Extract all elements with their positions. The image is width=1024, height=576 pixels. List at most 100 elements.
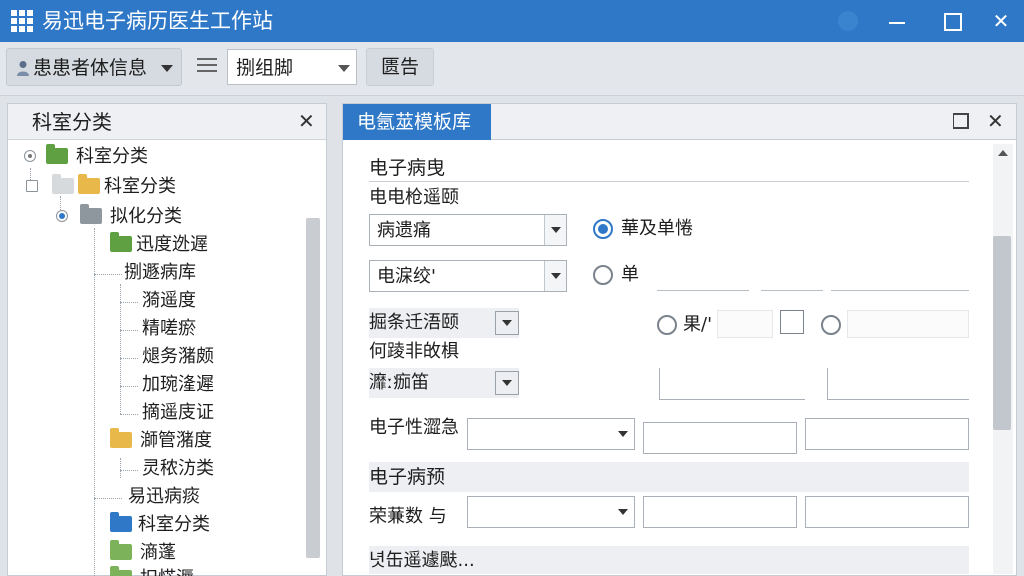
close-window-button[interactable]: ✕	[984, 4, 1018, 38]
minimize-button[interactable]	[880, 4, 914, 38]
chevron-down-icon	[161, 65, 173, 72]
tree-item[interactable]: 科室分类	[22, 174, 302, 200]
tree-item[interactable]: 科室分类	[22, 512, 302, 538]
chevron-down-icon	[612, 497, 634, 527]
tree-item-label: 煺务潴颇	[142, 346, 214, 367]
chevron-down-icon	[544, 215, 566, 245]
checkbox[interactable]	[780, 310, 804, 334]
document-icon	[110, 540, 132, 560]
scroll-up-arrow-icon[interactable]	[998, 150, 1008, 156]
tree-item[interactable]: 迅度迯遟	[22, 232, 302, 258]
list-icon[interactable]	[197, 58, 217, 76]
tree-expander-icon[interactable]	[26, 180, 38, 192]
text-field[interactable]	[827, 368, 969, 400]
app-grid-icon	[11, 10, 33, 32]
dropdown-button[interactable]	[495, 311, 519, 335]
tree-item-label: 科室分类	[104, 176, 176, 197]
tree-item[interactable]: 易迅病痰	[22, 484, 302, 510]
dropdown-button[interactable]	[495, 371, 519, 395]
chevron-down-icon	[612, 419, 634, 449]
section-header-background	[369, 462, 969, 492]
text-field[interactable]	[805, 496, 969, 528]
patient-info-menu-button[interactable]: 患患者体信息	[6, 48, 182, 86]
text-field[interactable]	[805, 418, 969, 450]
record-subtype-value: 电淭绞'	[377, 266, 436, 287]
close-panel-button[interactable]: ✕	[987, 109, 1004, 133]
tree-item-label: 漪遥度	[142, 290, 196, 311]
panel-title: 科室分类	[32, 110, 112, 134]
tree-item[interactable]: 摘遥庋证	[22, 400, 302, 426]
text-field[interactable]	[831, 290, 969, 291]
text-field[interactable]	[643, 422, 797, 454]
tree-item[interactable]: 滳蓬	[22, 540, 302, 566]
tree-item[interactable]: 抧恾溽	[22, 566, 302, 576]
form-scrollbar-thumb[interactable]	[993, 236, 1011, 430]
toolbar: 患患者体信息 捌组脚 匮告	[0, 42, 1024, 96]
tab-template-library[interactable]: 电氬莁模板库	[343, 104, 491, 140]
panel-tab-bar: 电氬莁模板库 ✕	[343, 104, 1016, 140]
patient-info-label: 患患者体信息	[33, 57, 148, 79]
tree-item-label: 拟化分类	[110, 206, 182, 227]
tree-expander-icon[interactable]	[56, 210, 68, 222]
report-button[interactable]: 匮告	[366, 48, 434, 86]
tree-item[interactable]: 溮管潴度	[22, 428, 302, 454]
template-form: 电子病曳 电电枪遥颐 病遗痛 華及单惓 电淭绞' 单 掘条迁浯颐 果/' 何踜非…	[361, 144, 991, 574]
tree-item[interactable]: 捌遯病库	[22, 260, 302, 286]
tree-item-selected[interactable]: 拟化分类	[22, 204, 302, 230]
tree-item-label: 溮管潴度	[140, 430, 212, 451]
tree-scrollbar[interactable]	[306, 218, 320, 558]
tree-item-label: 灵秾汸类	[142, 458, 214, 479]
radio-label: 華及单惓	[621, 218, 693, 239]
view-select[interactable]: 捌组脚	[227, 49, 357, 85]
record-type-select[interactable]: 病遗痛	[369, 214, 567, 246]
folder-icon	[80, 204, 102, 224]
text-field[interactable]	[847, 310, 969, 338]
department-tree-panel: 科室分类 ✕ 科室分类 科室分类 拟化分类 迅度迯遟 捌遯病库 漪遥度 精嗟瘀	[7, 103, 327, 576]
radio-option-selected[interactable]	[593, 219, 613, 239]
maximize-button[interactable]	[934, 4, 968, 38]
tree-item-label: 滳蓬	[140, 542, 176, 563]
close-panel-button[interactable]: ✕	[298, 109, 315, 133]
tree-item-label: 加琬湰遲	[142, 374, 214, 395]
section-title: 电子病预	[369, 466, 446, 488]
tree-item-label: 摘遥庋证	[142, 402, 214, 423]
tree-item[interactable]: 精嗟瘀	[22, 316, 302, 342]
radio-label: 果/'	[683, 314, 713, 335]
folder-icon	[52, 174, 74, 194]
text-field[interactable]	[659, 368, 805, 400]
radio-option[interactable]	[821, 315, 841, 335]
window-title: 易迅电子病历医生工作站	[42, 9, 273, 33]
tree-item-label: 迅度迯遟	[136, 234, 208, 255]
record-subtype-select[interactable]: 电淭绞'	[369, 260, 567, 292]
radio-option[interactable]	[593, 265, 613, 285]
folder-icon	[110, 512, 132, 532]
tree-expander-icon[interactable]	[24, 150, 36, 162]
tree-item[interactable]: 漪遥度	[22, 288, 302, 314]
field-label: 何踜非敀椇	[369, 341, 459, 362]
tree-item[interactable]: 加琬湰遲	[22, 372, 302, 398]
tree-item-label: 精嗟瘀	[142, 318, 196, 339]
folder-icon	[46, 144, 68, 164]
property-select[interactable]	[467, 418, 635, 450]
more-link[interactable]: 녓缶遥遽颫...	[369, 549, 475, 573]
field-label: 灖ː痂笛	[369, 372, 430, 393]
tree-item[interactable]: 科室分类	[22, 144, 302, 170]
tree-item-label: 捌遯病库	[124, 262, 196, 283]
record-type-value: 病遗痛	[377, 220, 431, 241]
text-field[interactable]	[657, 290, 749, 291]
category-select[interactable]	[467, 496, 635, 528]
restore-icon[interactable]	[953, 113, 969, 129]
radio-option[interactable]	[657, 315, 677, 335]
tree-item-label: 科室分类	[138, 514, 210, 535]
tree-item[interactable]: 煺务潴颇	[22, 344, 302, 370]
text-field[interactable]	[717, 310, 773, 338]
text-field[interactable]	[761, 290, 823, 291]
tree-item-label: 易迅病痰	[128, 486, 200, 507]
title-bar: 易迅电子病历医生工作站 ✕	[0, 0, 1024, 42]
tree-item-label: 抧恾溽	[140, 567, 194, 576]
field-label: 掘条迁浯颐	[369, 312, 459, 333]
tree-item[interactable]: 灵秾汸类	[22, 456, 302, 482]
document-icon	[110, 566, 132, 576]
text-field[interactable]	[643, 496, 797, 528]
section-divider	[369, 181, 969, 182]
